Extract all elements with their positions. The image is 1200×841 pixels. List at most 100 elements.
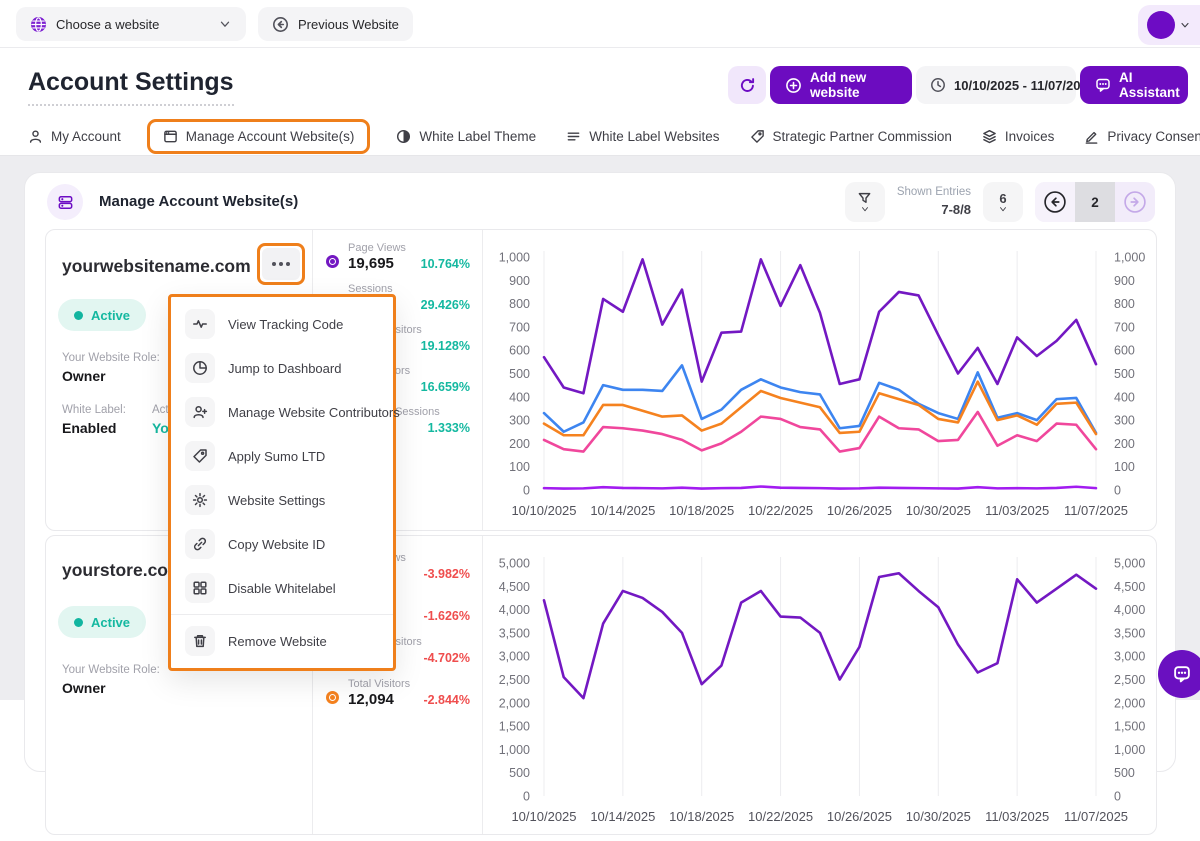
svg-text:10/22/2025: 10/22/2025: [748, 809, 813, 824]
actions-menu-highlight: [257, 243, 305, 285]
previous-website-button[interactable]: Previous Website: [258, 7, 413, 41]
svg-text:0: 0: [1114, 484, 1121, 498]
tab-invoices[interactable]: Invoices: [982, 129, 1055, 144]
svg-text:500: 500: [509, 766, 530, 780]
series-dot-icon: [326, 691, 339, 704]
chevron-down-icon: [860, 206, 870, 213]
svg-text:700: 700: [1114, 320, 1135, 334]
page-size-dropdown[interactable]: 6: [983, 182, 1023, 222]
pagination: 2: [1035, 182, 1155, 222]
filter-button[interactable]: [845, 182, 885, 222]
tab-strategic-partner-commission[interactable]: Strategic Partner Commission: [750, 129, 952, 144]
settings-tabs: My Account Manage Account Website(s) Whi…: [0, 118, 1200, 156]
next-page-button[interactable]: [1115, 182, 1155, 222]
tab-label: White Label Websites: [589, 129, 719, 144]
svg-text:10/10/2025: 10/10/2025: [511, 503, 576, 518]
tab-label: Manage Account Website(s): [186, 129, 355, 144]
svg-text:200: 200: [1114, 437, 1135, 451]
stat-page-views: Page Views 19,695 10.764%: [312, 242, 482, 280]
menu-item-apply-sumo-ltd[interactable]: Apply Sumo LTD: [171, 434, 393, 478]
arrow-right-circle-icon: [1123, 190, 1147, 214]
trash-icon: [185, 626, 215, 656]
website-actions-button[interactable]: [262, 248, 300, 280]
tab-privacy-consents[interactable]: Privacy Consents: [1084, 129, 1200, 144]
svg-text:5,000: 5,000: [1114, 557, 1145, 571]
add-new-website-button[interactable]: Add new website: [770, 66, 912, 104]
chat-icon: [1095, 77, 1111, 93]
menu-item-remove-website[interactable]: Remove Website: [171, 619, 393, 663]
tab-label: White Label Theme: [419, 129, 536, 144]
menu-item-disable-whitelabel[interactable]: Disable Whitelabel: [171, 566, 393, 610]
white-label-value: Enabled: [62, 420, 116, 436]
white-label-label: White Label:: [62, 404, 126, 416]
date-range-picker[interactable]: 10/10/2025 - 11/07/2025: [916, 66, 1076, 104]
status-label: Active: [91, 615, 130, 630]
status-dot: [74, 311, 83, 320]
add-new-website-label: Add new website: [810, 70, 897, 100]
svg-text:1,500: 1,500: [1114, 720, 1145, 734]
previous-page-button[interactable]: [1035, 182, 1075, 222]
plus-circle-icon: [785, 77, 802, 94]
tab-manage-account-websites[interactable]: Manage Account Website(s): [147, 119, 371, 154]
tab-label: My Account: [51, 129, 121, 144]
menu-item-manage-website-contributors[interactable]: Manage Website Contributors: [171, 390, 393, 434]
shown-entries-value: 7-8/8: [897, 201, 971, 219]
traffic-line-chart: 10/10/202510/14/202510/18/202510/22/2025…: [482, 230, 1158, 535]
svg-text:3,500: 3,500: [499, 626, 530, 640]
arrow-left-circle-icon: [1043, 190, 1067, 214]
svg-text:10/22/2025: 10/22/2025: [748, 503, 813, 518]
svg-text:0: 0: [523, 484, 530, 498]
tab-label: Invoices: [1005, 129, 1055, 144]
status-badge: Active: [58, 606, 146, 638]
user-icon: [28, 129, 43, 144]
choose-website-label: Choose a website: [56, 17, 209, 32]
menu-item-jump-to-dashboard[interactable]: Jump to Dashboard: [171, 346, 393, 390]
svg-text:400: 400: [509, 390, 530, 404]
current-page: 2: [1075, 182, 1115, 222]
svg-text:5,000: 5,000: [499, 557, 530, 571]
link-icon: [185, 529, 215, 559]
tab-white-label-websites[interactable]: White Label Websites: [566, 129, 719, 144]
tab-white-label-theme[interactable]: White Label Theme: [396, 129, 536, 144]
chat-bubble-icon: [1172, 664, 1192, 684]
refresh-button[interactable]: [728, 66, 766, 104]
user-menu[interactable]: [1138, 5, 1200, 45]
svg-text:400: 400: [1114, 390, 1135, 404]
page-size-value: 6: [999, 191, 1006, 206]
website-actions-menu: View Tracking Code Jump to Dashboard Man…: [168, 294, 396, 671]
grid-icon: [185, 573, 215, 603]
svg-text:10/26/2025: 10/26/2025: [827, 503, 892, 518]
svg-text:1,500: 1,500: [499, 720, 530, 734]
svg-text:10/30/2025: 10/30/2025: [906, 809, 971, 824]
svg-text:2,500: 2,500: [1114, 673, 1145, 687]
tag-icon: [750, 129, 765, 144]
tag-icon: [185, 441, 215, 471]
svg-text:3,500: 3,500: [1114, 626, 1145, 640]
menu-item-copy-website-id[interactable]: Copy Website ID: [171, 522, 393, 566]
svg-text:1,000: 1,000: [1114, 743, 1145, 757]
menu-item-view-tracking-code[interactable]: View Tracking Code: [171, 302, 393, 346]
svg-text:0: 0: [523, 790, 530, 804]
tab-my-account[interactable]: My Account: [28, 129, 121, 144]
svg-text:4,000: 4,000: [1114, 603, 1145, 617]
menu-item-website-settings[interactable]: Website Settings: [171, 478, 393, 522]
previous-website-label: Previous Website: [298, 17, 399, 32]
menu-divider: [171, 614, 393, 615]
svg-text:11/07/2025: 11/07/2025: [1064, 503, 1128, 518]
shown-entries-label: Shown Entries: [897, 185, 971, 201]
user-plus-icon: [185, 397, 215, 427]
server-icon: [47, 184, 83, 220]
stat-total-visitors: Total Visitors 12,094 -2.844%: [312, 678, 482, 716]
globe-icon: [30, 16, 47, 33]
role-value: Owner: [62, 368, 106, 384]
svg-text:10/18/2025: 10/18/2025: [669, 503, 734, 518]
date-range-value: 10/10/2025 - 11/07/2025: [954, 78, 1095, 93]
chevron-down-icon: [1179, 19, 1191, 31]
funnel-icon: [857, 191, 872, 206]
svg-text:900: 900: [1114, 274, 1135, 288]
support-chat-button[interactable]: [1158, 650, 1200, 698]
role-label: Your Website Role:: [62, 352, 160, 364]
svg-text:900: 900: [509, 274, 530, 288]
choose-website-dropdown[interactable]: Choose a website: [16, 7, 246, 41]
ai-assistant-button[interactable]: AI Assistant: [1080, 66, 1188, 104]
